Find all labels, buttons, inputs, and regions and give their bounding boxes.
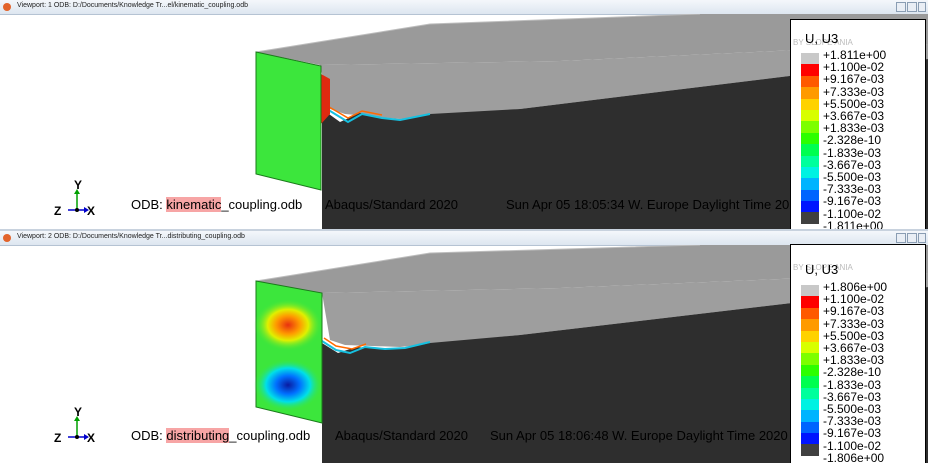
legend-value-label: -1.833e-03 bbox=[823, 145, 882, 160]
legend-value-label: -1.100e-02 bbox=[823, 206, 882, 221]
legend-value-label: -2.328e-10 bbox=[823, 365, 882, 380]
legend-color-band bbox=[801, 98, 819, 110]
legend-color-band bbox=[801, 353, 819, 365]
legend-color-band bbox=[801, 75, 819, 88]
odb-suffix: _coupling.odb bbox=[229, 428, 311, 443]
legend-value-label: -9.167e-03 bbox=[823, 194, 882, 209]
maximize-icon[interactable] bbox=[907, 233, 917, 243]
legend-labels: +1.811e+00 +1.100e-02 +9.167e-03 +7.333e-03… bbox=[823, 49, 886, 230]
triad-z-label: Z bbox=[54, 204, 62, 218]
legend-color-band bbox=[801, 87, 819, 99]
close-icon[interactable] bbox=[918, 233, 926, 243]
close-icon[interactable] bbox=[918, 2, 926, 12]
viewport-2[interactable]: Viewport: 2 ODB: D:/Documents/Knowledge … bbox=[0, 231, 928, 463]
solver-label-1: Abaqus/Standard 2020 bbox=[325, 197, 458, 212]
legend-color-band bbox=[801, 421, 819, 434]
timestamp-1: Sun Apr 05 18:05:34 W. Europe Daylight T… bbox=[506, 197, 804, 212]
legend-color-band bbox=[801, 178, 819, 190]
legend-color-band bbox=[801, 53, 819, 65]
contour-lobe-negative bbox=[254, 359, 322, 411]
timestamp-2: Sun Apr 05 18:06:48 W. Europe Daylight T… bbox=[490, 428, 788, 443]
legend-title: U, U3 bbox=[805, 31, 839, 46]
legend-color-band bbox=[801, 330, 819, 342]
legend-title: U, U3 bbox=[805, 262, 839, 277]
legend-color-band bbox=[801, 410, 819, 422]
legend-color-band bbox=[801, 189, 819, 202]
legend-color-band bbox=[801, 433, 819, 445]
legend-color-band bbox=[801, 109, 819, 122]
legend-color-band bbox=[801, 166, 819, 179]
odb-prefix: ODB: bbox=[131, 428, 167, 443]
viewport-2-title: Viewport: 2 ODB: D:/Documents/Knowledge … bbox=[17, 233, 245, 240]
odb-info-2: ODB: distributing_coupling.odb bbox=[131, 428, 310, 443]
viewport-2-titlebar[interactable]: Viewport: 2 ODB: D:/Documents/Knowledge … bbox=[0, 231, 928, 246]
legend-color-band bbox=[801, 212, 819, 224]
beam-end-face bbox=[255, 51, 322, 191]
legend-color-band bbox=[801, 132, 819, 145]
odb-name-highlight: kinematic bbox=[166, 197, 222, 212]
legend-color-band bbox=[801, 121, 819, 133]
odb-info-1: ODB: kinematic_coupling.odb bbox=[131, 197, 302, 212]
legend-value-label: -1.806e+00 bbox=[823, 450, 885, 463]
legend-value-label: -2.328e-10 bbox=[823, 133, 882, 148]
minimize-icon[interactable] bbox=[896, 233, 906, 243]
legend-value-label: -9.167e-03 bbox=[823, 426, 882, 441]
viewport-1-title: Viewport: 1 ODB: D:/Documents/Knowledge … bbox=[17, 2, 248, 9]
contour-lobe-positive bbox=[254, 299, 322, 351]
legend-color-bar bbox=[801, 285, 819, 456]
legend-value-label: -1.833e-03 bbox=[823, 377, 882, 392]
triad-axes-icon bbox=[68, 416, 89, 440]
viewport-1-titlebar[interactable]: Viewport: 1 ODB: D:/Documents/Knowledge … bbox=[0, 0, 928, 15]
odb-prefix: ODB: bbox=[131, 197, 167, 212]
legend-color-band bbox=[801, 144, 819, 156]
legend-value-label: +7.333e-03 bbox=[823, 316, 885, 331]
legend-color-band bbox=[801, 341, 819, 354]
odb-name-highlight: distributing bbox=[166, 428, 230, 443]
legend-color-band bbox=[801, 296, 819, 308]
solver-label-2: Abaqus/Standard 2020 bbox=[335, 428, 468, 443]
abaqus-viewport-icon bbox=[3, 234, 11, 242]
triad-z-label: Z bbox=[54, 431, 62, 445]
legend-color-band bbox=[801, 376, 819, 388]
legend-value-label: +7.333e-03 bbox=[823, 84, 885, 99]
contour-legend-1[interactable]: BY SLOPE ANIA U, U3 +1.811e+00 +1.100e-02… bbox=[790, 19, 926, 230]
minimize-icon[interactable] bbox=[896, 2, 906, 12]
viewport-1[interactable]: Viewport: 1 ODB: D:/Documents/Knowledge … bbox=[0, 0, 928, 230]
odb-suffix: _coupling.odb bbox=[221, 197, 303, 212]
maximize-icon[interactable] bbox=[907, 2, 917, 12]
legend-color-band bbox=[801, 387, 819, 399]
legend-value-label: +9.167e-03 bbox=[823, 72, 885, 87]
legend-color-band bbox=[801, 201, 819, 213]
legend-color-band bbox=[801, 307, 819, 320]
legend-value-label: +9.167e-03 bbox=[823, 304, 885, 319]
legend-color-band bbox=[801, 285, 819, 297]
legend-color-band bbox=[801, 444, 819, 456]
legend-color-band bbox=[801, 64, 819, 76]
legend-color-bar bbox=[801, 53, 819, 224]
legend-labels: +1.806e+00 +1.100e-02 +9.167e-03 +7.333e-03… bbox=[823, 281, 887, 463]
legend-color-band bbox=[801, 364, 819, 377]
abaqus-viewport-icon bbox=[3, 3, 11, 11]
legend-value-label: -1.100e-02 bbox=[823, 438, 882, 453]
triad-axes-icon bbox=[68, 189, 89, 213]
contour-legend-2[interactable]: BY SLOPE ANIA U, U3 +1.806e+00 +1.100e-02… bbox=[790, 244, 926, 463]
legend-color-band bbox=[801, 398, 819, 411]
legend-color-band bbox=[801, 319, 819, 331]
legend-color-band bbox=[801, 155, 819, 167]
